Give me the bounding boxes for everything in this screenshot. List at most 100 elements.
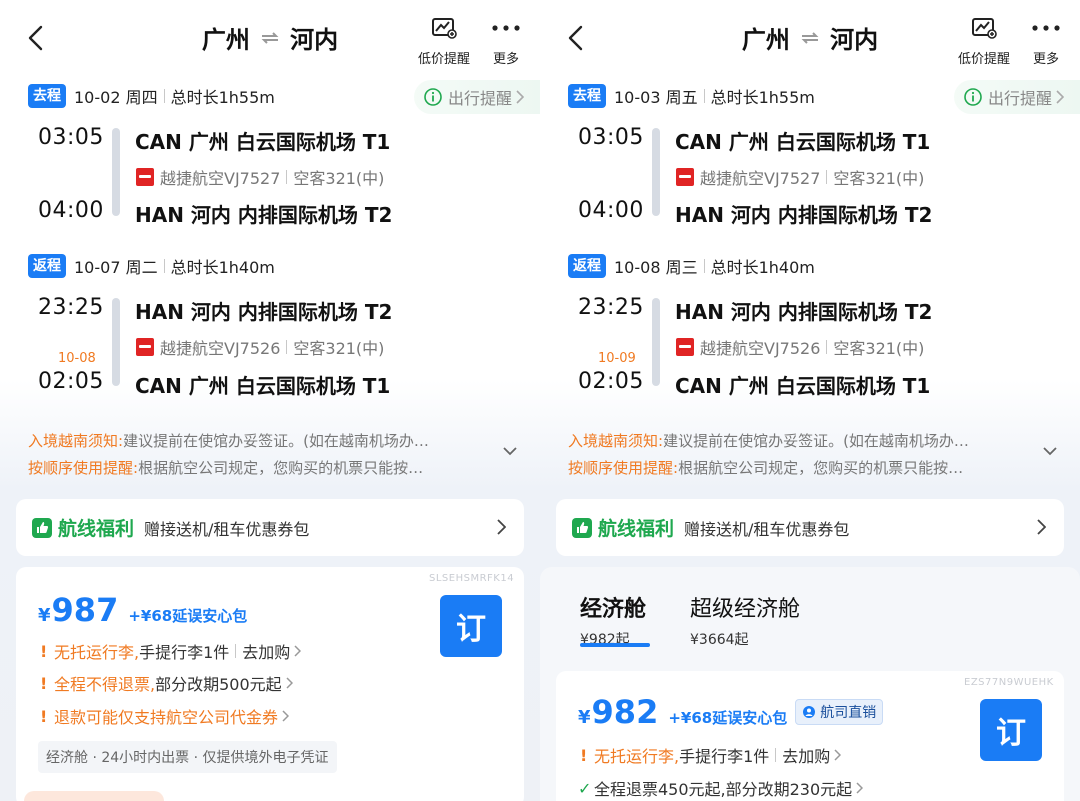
notice-sequential-use[interactable]: 按顺序使用提醒:根据航空公司规定，您购买的机票只能按… [28, 457, 423, 478]
currency-symbol: ¥ [578, 707, 591, 728]
voucher-rule[interactable]: ! 退款可能仅支持航空公司代金券 [40, 704, 290, 728]
return-departure-airport: HAN 河内 内排国际机场 T2 [675, 300, 933, 324]
return-flight-number: 越捷航空VJ7526 [700, 339, 821, 358]
outbound-airline-info: 越捷航空VJ7527 空客321(中) [136, 165, 384, 189]
outbound-airline-info: 越捷航空VJ7527 空客321(中) [676, 165, 924, 189]
return-tag: 返程 [568, 254, 606, 278]
tab-premium-economy[interactable]: 超级经济舱 ¥3664起 [690, 591, 800, 649]
outbound-date: 10-03 周五 [614, 88, 698, 107]
notice-vietnam-entry[interactable]: 入境越南须知:建议提前在使馆办妥签证。(如在越南机场办… [568, 430, 969, 451]
rule-text: 全程退票450元起,部分改期230元起 [594, 780, 853, 799]
delay-protection-addon[interactable]: +¥68延误安心包 [668, 707, 787, 728]
notice-vietnam-entry[interactable]: 入境越南须知:建议提前在使馆办妥签证。(如在越南机场办… [28, 430, 429, 451]
chevron-right-icon [856, 782, 864, 794]
outbound-departure-airport: CAN 广州 白云国际机场 T1 [675, 130, 931, 154]
book-button[interactable]: 订 [440, 595, 502, 657]
notice-text: 建议提前在使馆办妥签证。(如在越南机场办… [663, 432, 969, 450]
benefit-name: 航线福利 [598, 518, 675, 540]
flight-detail-panel-left: 广州 河内 低价提醒 更多 去程 10-02 周四 总时长1h55m 出行提醒 … [0, 0, 540, 801]
fare-price: 982 [591, 693, 659, 731]
outbound-departure-time: 03:05 [578, 125, 644, 150]
segment-timeline [112, 298, 120, 386]
price-alert-label: 低价提醒 [417, 52, 470, 67]
back-button[interactable] [18, 20, 54, 56]
more-dots-icon [1032, 25, 1060, 31]
fare-card: EZS77N9WUEHK ¥ 982 +¥68延误安心包 航司直销 订 ! 无托… [556, 671, 1064, 801]
chevron-right-icon [294, 645, 302, 657]
chevron-right-icon [834, 749, 842, 761]
baggage-rule[interactable]: ! 无托运行李, 手提行李1件 去加购 [40, 639, 302, 663]
warning-icon: ! [40, 706, 48, 726]
rule-text: 手提行李1件 [679, 747, 770, 766]
notice-key: 按顺序使用提醒: [28, 459, 139, 477]
benefit-name: 航线福利 [58, 518, 135, 540]
route-from: 广州 [741, 26, 790, 54]
outbound-departure-time: 03:05 [38, 125, 104, 150]
add-baggage-link[interactable]: 去加购 [782, 743, 830, 767]
notice-key: 按顺序使用提醒: [568, 459, 679, 477]
chevron-down-icon[interactable] [502, 446, 518, 456]
return-aircraft: 空客321(中) [833, 339, 925, 358]
chevron-left-icon [28, 25, 43, 51]
add-baggage-link[interactable]: 去加购 [242, 639, 290, 663]
more-button[interactable]: 更多 [1024, 16, 1068, 67]
outbound-tag: 去程 [28, 84, 66, 108]
return-date: 10-07 周二 [74, 258, 158, 277]
outbound-tag: 去程 [568, 84, 606, 108]
more-dots-icon [492, 25, 520, 31]
outbound-aircraft: 空客321(中) [293, 169, 385, 188]
price-alert-button[interactable]: 低价提醒 [414, 16, 474, 67]
book-button[interactable]: 订 [980, 699, 1042, 761]
warning-icon: ! [40, 641, 48, 661]
outbound-arrival-time: 04:00 [578, 198, 644, 223]
thumbs-up-icon [32, 517, 52, 538]
divider [163, 89, 165, 103]
route-benefit-banner[interactable]: 航线福利 赠接送机/租车优惠券包 [16, 499, 524, 556]
return-airline-info: 越捷航空VJ7526 空客321(中) [676, 335, 924, 359]
divider [826, 170, 828, 184]
benefit-description: 赠接送机/租车优惠券包 [144, 519, 310, 539]
price-alert-button[interactable]: 低价提醒 [954, 16, 1014, 67]
baggage-rule[interactable]: ! 无托运行李, 手提行李1件 去加购 [580, 743, 842, 767]
info-icon [424, 88, 442, 106]
outbound-aircraft: 空客321(中) [833, 169, 925, 188]
tab-economy[interactable]: 经济舱 ¥982起 [580, 591, 646, 649]
chevron-down-icon[interactable] [1042, 446, 1058, 456]
airline-logo [136, 338, 154, 356]
cabin-name: 超级经济舱 [690, 597, 801, 622]
airline-direct-badge: 航司直销 [795, 699, 884, 725]
rule-highlight: 无托运行李, [594, 747, 680, 766]
chevron-right-icon [1037, 519, 1046, 535]
divider [775, 748, 777, 762]
back-button[interactable] [558, 20, 594, 56]
outbound-flight-number: 越捷航空VJ7527 [700, 169, 821, 188]
rule-highlight: 退款可能仅支持航空公司代金券 [54, 708, 279, 727]
route-benefit-banner[interactable]: 航线福利 赠接送机/租车优惠券包 [556, 499, 1064, 556]
header: 广州 河内 低价提醒 更多 [0, 0, 540, 74]
rule-highlight: 全程不得退票, [54, 675, 156, 694]
refund-rule[interactable]: ✓ 全程退票450元起,部分改期230元起 [578, 776, 864, 800]
notice-sequential-use[interactable]: 按顺序使用提醒:根据航空公司规定，您购买的机票只能按… [568, 457, 963, 478]
trip-alert-button[interactable]: 出行提醒 [954, 80, 1080, 114]
outbound-flight-number: 越捷航空VJ7527 [160, 169, 281, 188]
segment-timeline [652, 128, 660, 216]
outbound-duration: 总时长1h55m [710, 88, 815, 107]
chevron-right-icon [1056, 90, 1065, 104]
delay-protection-addon[interactable]: +¥68延误安心包 [128, 605, 247, 626]
chevron-right-icon [497, 519, 506, 535]
divider [703, 89, 705, 103]
refund-rule[interactable]: ! 全程不得退票, 部分改期500元起 [40, 671, 293, 695]
return-tag: 返程 [28, 254, 66, 278]
check-icon: ✓ [578, 778, 592, 798]
return-departure-time: 23:25 [38, 295, 104, 320]
return-header: 返程 10-08 周三 总时长1h40m [568, 253, 815, 279]
fare-code: EZS77N9WUEHK [964, 677, 1054, 688]
airline-logo [676, 168, 694, 186]
thumbs-up-icon [572, 517, 592, 538]
trip-alert-button[interactable]: 出行提醒 [414, 80, 540, 114]
return-arrival-next-day: 10-09 [598, 351, 636, 366]
more-button[interactable]: 更多 [484, 16, 528, 67]
price-alert-icon [432, 18, 457, 39]
return-arrival-airport: CAN 广州 白云国际机场 T1 [135, 374, 391, 398]
currency-symbol: ¥ [38, 605, 51, 626]
